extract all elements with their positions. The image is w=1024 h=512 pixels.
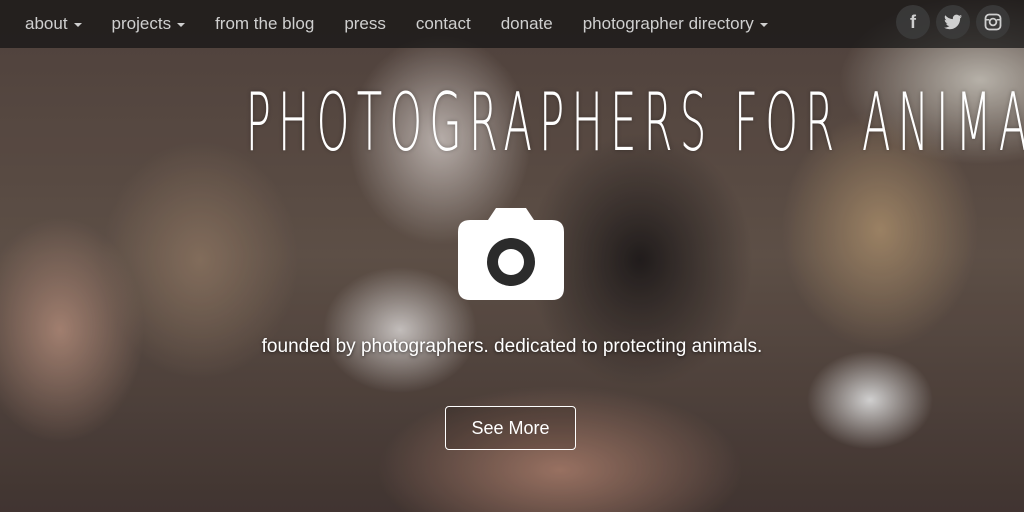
nav-item-label: projects	[111, 14, 172, 33]
site-title: PHOTOGRAPHERS FOR ANIMALS	[245, 76, 1024, 169]
facebook-icon: f	[910, 11, 916, 32]
nav-item-about[interactable]: about	[25, 14, 82, 34]
camera-icon	[458, 208, 564, 300]
instagram-icon	[984, 13, 1002, 31]
nav-item-press[interactable]: press	[344, 14, 386, 34]
twitter-button[interactable]	[936, 5, 970, 39]
main-navbar: about projects from the blog press conta…	[0, 0, 1024, 48]
nav-item-label: press	[344, 14, 386, 33]
facebook-button[interactable]: f	[896, 5, 930, 39]
caret-down-icon	[73, 23, 82, 27]
nav-item-label: from the blog	[215, 14, 315, 33]
hero-section: about projects from the blog press conta…	[0, 0, 1024, 512]
nav-item-photographer-directory[interactable]: photographer directory	[583, 14, 768, 34]
nav-item-label: donate	[500, 14, 553, 33]
twitter-icon	[944, 14, 962, 30]
nav-item-from-the-blog[interactable]: from the blog	[215, 14, 314, 34]
see-more-button[interactable]: See More	[445, 406, 576, 450]
caret-down-icon	[759, 23, 768, 27]
nav-item-projects[interactable]: projects	[112, 14, 186, 34]
nav-item-label: photographer directory	[582, 14, 754, 33]
tagline: founded by photographers. dedicated to p…	[261, 336, 763, 357]
nav-item-label: contact	[415, 14, 471, 33]
social-links: f	[896, 5, 1010, 39]
caret-down-icon	[177, 23, 186, 27]
nav-item-contact[interactable]: contact	[416, 14, 471, 34]
nav-item-label: about	[25, 14, 68, 33]
nav-item-donate[interactable]: donate	[501, 14, 553, 34]
instagram-button[interactable]	[976, 5, 1010, 39]
